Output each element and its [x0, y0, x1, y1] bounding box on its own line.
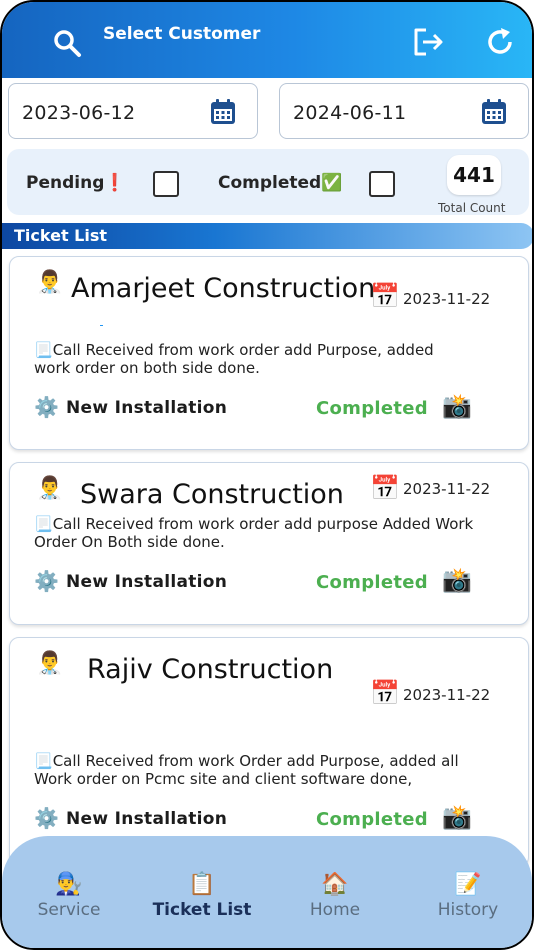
- nav-item-ticket-list[interactable]: 📋 Ticket List: [147, 870, 257, 920]
- clipboard-icon: 📋: [188, 871, 216, 896]
- end-date-field[interactable]: 2024-06-11: [279, 83, 529, 139]
- ticket-card[interactable]: 👨‍⚕️ Rajiv Construction 📅 2023-11-22 📃Ca…: [9, 637, 529, 867]
- completed-checkbox[interactable]: [369, 171, 395, 197]
- bottom-navigation: 👨‍🔧 Service 📋 Ticket List 🏠 Home 📝 Histo…: [2, 836, 532, 948]
- calendar-icon: 📅: [370, 283, 400, 310]
- memo-icon: 📝: [454, 871, 482, 896]
- nav-item-home[interactable]: 🏠 Home: [280, 870, 390, 920]
- check-mark-icon: ✅: [321, 173, 343, 193]
- document-icon: 📃: [34, 752, 53, 770]
- calendar-icon: 📅: [370, 680, 400, 707]
- camera-icon[interactable]: 📸: [442, 395, 472, 419]
- divider: [100, 325, 103, 326]
- start-date-value: 2023-06-12: [22, 102, 136, 124]
- select-customer-button[interactable]: Select Customer: [103, 24, 260, 44]
- technician-avatar-icon: 👨‍⚕️: [36, 269, 64, 294]
- technician-avatar-icon: 👨‍⚕️: [36, 650, 64, 675]
- nav-label: Service: [37, 900, 101, 920]
- nav-label: Home: [309, 900, 361, 920]
- pending-checkbox[interactable]: [153, 171, 179, 197]
- app-header: Select Customer: [2, 2, 532, 78]
- gear-icon: ⚙️: [34, 571, 59, 593]
- status-filter-panel: Pending❗ Completed✅ 441 Total Count: [7, 149, 529, 215]
- ticket-type: New Installation: [66, 398, 228, 418]
- gear-icon: ⚙️: [34, 397, 59, 419]
- technician-avatar-icon: 👨‍⚕️: [36, 475, 64, 500]
- exclamation-icon: ❗: [104, 173, 126, 193]
- camera-icon[interactable]: 📸: [442, 569, 472, 593]
- total-count-value: 441: [447, 155, 501, 195]
- logout-icon[interactable]: [412, 26, 446, 58]
- end-date-value: 2024-06-11: [293, 102, 407, 124]
- nav-item-service[interactable]: 👨‍🔧 Service: [14, 870, 124, 920]
- calendar-icon: 📅: [370, 475, 400, 502]
- mechanic-icon: 👨‍🔧: [55, 871, 83, 896]
- document-icon: 📃: [34, 515, 53, 533]
- ticket-type: New Installation: [66, 809, 228, 829]
- status-badge: Completed: [316, 398, 428, 419]
- ticket-list-header: Ticket List: [2, 223, 532, 249]
- total-count-caption: Total Count: [438, 201, 506, 215]
- ticket-date: 2023-11-22: [403, 480, 491, 498]
- nav-label: Ticket List: [152, 900, 252, 920]
- ticket-description: 📃Call Received from work Order add Purpo…: [34, 752, 459, 788]
- gear-icon: ⚙️: [34, 808, 59, 830]
- ticket-card[interactable]: 👨‍⚕️ Swara Construction 📅 2023-11-22 📃Ca…: [9, 462, 529, 625]
- status-badge: Completed: [316, 809, 428, 830]
- ticket-description: 📃Call Received from work order add purpo…: [34, 515, 474, 551]
- refresh-icon[interactable]: [484, 26, 516, 58]
- status-badge: Completed: [316, 572, 428, 593]
- ticket-type: New Installation: [66, 572, 228, 592]
- nav-label: History: [437, 900, 499, 920]
- home-icon: 🏠: [321, 871, 349, 896]
- app-screen: Select Customer 2023-06-12 2024-06-11 Pe…: [0, 0, 534, 950]
- ticket-card[interactable]: 👨‍⚕️ Amarjeet Construction 📅 2023-11-22 …: [9, 256, 529, 450]
- calendar-icon[interactable]: [480, 98, 508, 126]
- pending-filter-label: Pending❗: [26, 173, 126, 193]
- nav-item-history[interactable]: 📝 History: [413, 870, 523, 920]
- customer-name: Rajiv Construction: [87, 654, 334, 685]
- camera-icon[interactable]: 📸: [442, 806, 472, 830]
- document-icon: 📃: [34, 341, 53, 359]
- search-icon[interactable]: [52, 28, 82, 58]
- completed-filter-label: Completed✅: [218, 173, 343, 193]
- start-date-field[interactable]: 2023-06-12: [8, 83, 258, 139]
- ticket-description: 📃Call Received from work order add Purpo…: [34, 341, 434, 377]
- ticket-date: 2023-11-22: [403, 686, 491, 704]
- calendar-icon[interactable]: [209, 98, 237, 126]
- customer-name: Swara Construction: [80, 479, 344, 510]
- customer-name: Amarjeet Construction: [71, 273, 376, 304]
- ticket-list-title: Ticket List: [14, 226, 108, 245]
- ticket-date: 2023-11-22: [403, 290, 491, 308]
